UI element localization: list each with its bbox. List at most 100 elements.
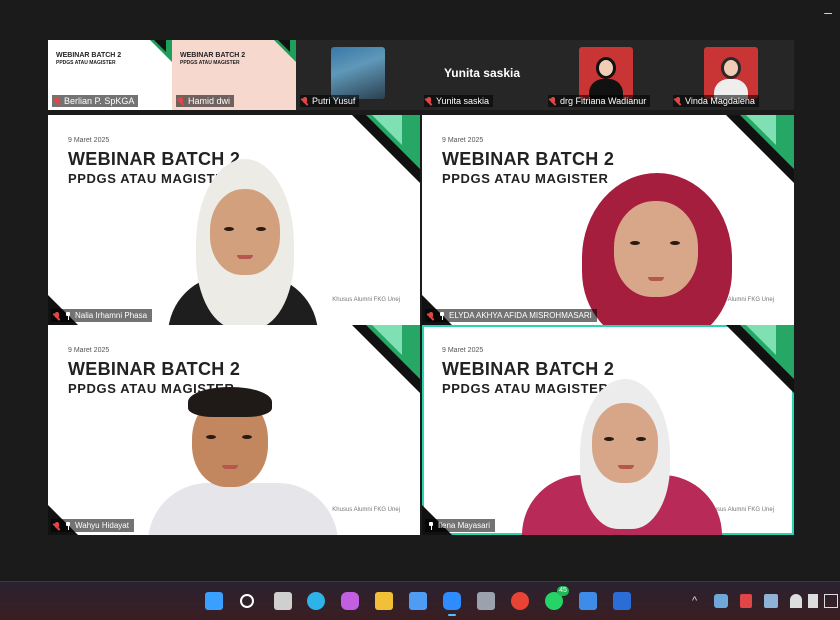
participant-name: Berlian P. SpKGA — [64, 96, 135, 106]
slide-date: 9 Maret 2025 — [68, 347, 110, 354]
filmstrip-tile[interactable]: Yunita saskia Yunita saskia — [420, 40, 544, 110]
whatsapp-icon[interactable]: 45 — [545, 586, 569, 610]
slide-title: WEBINAR BATCH 2 — [56, 52, 122, 59]
participant-mouth — [648, 277, 664, 281]
filmstrip-tile[interactable]: Vinda Magdalena — [669, 40, 794, 110]
participant-name: drg Fitriana Wadianur — [560, 96, 647, 106]
pin-icon — [65, 311, 71, 320]
search-icon[interactable] — [240, 594, 254, 608]
video-tile-active-speaker[interactable]: 9 Maret 2025 WEBINAR BATCH 2 PPDGS ATAU … — [422, 325, 794, 535]
slide-date: 9 Maret 2025 — [442, 347, 484, 354]
mic-muted-icon — [428, 311, 435, 320]
participant-name-label: Yunita saskia — [424, 95, 494, 107]
mic-muted-icon — [54, 311, 61, 320]
participant-video — [562, 165, 752, 325]
participant-body — [148, 483, 338, 535]
word-icon[interactable] — [613, 592, 631, 610]
participant-avatar — [579, 47, 633, 99]
onedrive-icon[interactable] — [714, 594, 728, 608]
participant-name-label: Putri Yusuf — [300, 95, 360, 107]
mic-muted-icon — [178, 97, 185, 105]
participant-eye — [256, 227, 266, 231]
mic-muted-icon — [550, 97, 557, 105]
battery-icon[interactable] — [824, 594, 838, 608]
participant-name: ELYDA AKHYA AFIDA MISROHMASARI — [449, 311, 592, 320]
participant-mouth — [237, 255, 253, 259]
filmstrip-tile[interactable]: Putri Yusuf — [296, 40, 420, 110]
file-explorer-icon[interactable] — [375, 592, 393, 610]
video-tile[interactable]: 9 Maret 2025 WEBINAR BATCH 2 PPDGS ATAU … — [48, 115, 420, 325]
pin-icon — [428, 521, 434, 530]
participant-name-label: Ilena Mayasari — [425, 519, 496, 532]
participant-name-label: drg Fitriana Wadianur — [548, 95, 651, 107]
participant-video — [522, 375, 722, 535]
participant-face — [592, 403, 658, 483]
tray-chevron-icon[interactable]: ^ — [692, 594, 697, 608]
minimize-button[interactable]: – — [824, 4, 832, 20]
participant-display-name: Yunita saskia — [443, 66, 521, 80]
copilot-icon[interactable] — [341, 592, 359, 610]
participant-eye — [636, 437, 646, 441]
participant-video — [158, 155, 328, 325]
tray-app-icon[interactable] — [740, 594, 752, 608]
filmstrip-tile[interactable]: WEBINAR BATCH 2 PPDGS ATAU MAGISTER Berl… — [48, 40, 172, 110]
participant-name-label: Vinda Magdalena — [673, 95, 759, 107]
windows-taskbar: 45 ^ — [0, 581, 840, 620]
participant-name: Wahyu Hidayat — [75, 521, 129, 530]
mic-muted-icon — [675, 97, 682, 105]
avatar-head — [721, 57, 741, 79]
participant-name-label: Hamid dwi — [176, 95, 235, 107]
slide-footer: Khusus Alumni FKG Unej — [332, 297, 400, 303]
slide-corner-graphic — [746, 325, 776, 355]
mic-muted-icon — [54, 521, 61, 530]
participant-face — [614, 201, 698, 297]
participant-eye — [206, 435, 216, 439]
slide-corner-graphic — [372, 325, 402, 355]
participant-hair — [188, 387, 272, 417]
windows-start-icon[interactable] — [205, 592, 223, 610]
participant-name: Nalia Irhamni Phasa — [75, 311, 148, 320]
participant-filmstrip: WEBINAR BATCH 2 PPDGS ATAU MAGISTER Berl… — [48, 40, 794, 110]
video-tile[interactable]: 9 Maret 2025 WEBINAR BATCH 2 PPDGS ATAU … — [422, 115, 794, 325]
participant-name: Hamid dwi — [188, 96, 231, 106]
participant-name-label: Berlian P. SpKGA — [52, 95, 139, 107]
filmstrip-tile[interactable]: drg Fitriana Wadianur — [544, 40, 669, 110]
video-tile[interactable]: 9 Maret 2025 WEBINAR BATCH 2 PPDGS ATAU … — [48, 325, 420, 535]
task-view-icon[interactable] — [274, 592, 292, 610]
mic-muted-icon — [54, 97, 61, 105]
microsoft-store-icon[interactable] — [409, 592, 427, 610]
slide-title: WEBINAR BATCH 2 — [180, 52, 246, 59]
participant-eye — [224, 227, 234, 231]
volume-icon[interactable] — [808, 594, 818, 608]
participant-name: Ilena Mayasari — [438, 521, 491, 530]
wifi-icon[interactable] — [790, 594, 802, 608]
participant-name-label: Wahyu Hidayat — [51, 519, 134, 532]
camera-icon[interactable] — [477, 592, 495, 610]
pin-icon — [65, 521, 71, 530]
participant-avatar — [704, 47, 758, 99]
filmstrip-tile[interactable]: WEBINAR BATCH 2 PPDGS ATAU MAGISTER Hami… — [172, 40, 296, 110]
participant-eye — [242, 435, 252, 439]
chrome-icon[interactable] — [511, 592, 529, 610]
mic-muted-icon — [426, 97, 433, 105]
slide-footer: Khusus Alumni FKG Unej — [332, 507, 400, 513]
slide-date: 9 Maret 2025 — [68, 137, 110, 144]
participant-mouth — [222, 465, 238, 469]
snipping-tool-icon[interactable] — [579, 592, 597, 610]
slide-corner-graphic — [746, 115, 776, 145]
slide-date: 9 Maret 2025 — [442, 137, 484, 144]
notification-badge: 45 — [557, 586, 569, 596]
slide-corner-graphic — [154, 40, 166, 52]
participant-video — [148, 385, 338, 535]
zoom-meeting-window: – WEBINAR BATCH 2 PPDGS ATAU MAGISTER Be… — [0, 0, 840, 620]
participant-name-label: Nalia Irhamni Phasa — [51, 309, 153, 322]
zoom-icon[interactable] — [443, 592, 461, 616]
avatar-head — [596, 57, 616, 79]
slide-corner-graphic — [278, 40, 290, 52]
edge-icon[interactable] — [307, 592, 325, 610]
participant-eye — [670, 241, 680, 245]
mic-muted-icon — [302, 97, 309, 105]
slide-subtitle: PPDGS ATAU MAGISTER — [180, 60, 240, 66]
slide-title: WEBINAR BATCH 2 — [68, 359, 241, 379]
bluetooth-icon[interactable] — [764, 594, 778, 608]
